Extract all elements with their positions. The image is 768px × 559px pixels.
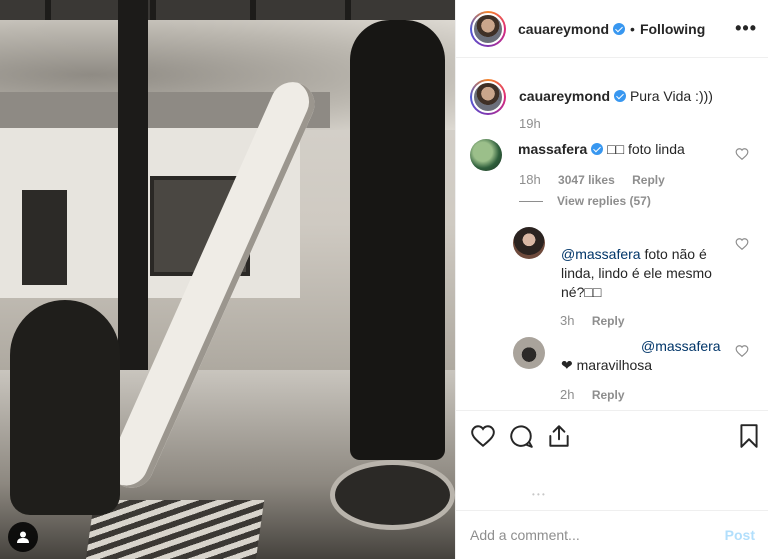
photo-roof-beam	[345, 0, 351, 22]
author-username[interactable]: cauareymond	[518, 21, 609, 37]
view-replies-line	[519, 201, 543, 203]
caption-time: 19h	[519, 116, 541, 131]
post-comment-button[interactable]: Post	[725, 527, 755, 543]
user-icon	[17, 531, 29, 543]
following-button[interactable]: Following	[640, 21, 705, 37]
reply-text: ❤ maravilhosa	[561, 357, 653, 373]
comment-item: massafera □□ foto linda	[470, 139, 685, 171]
tagged-users-button[interactable]	[8, 522, 38, 552]
commenter-username[interactable]: massafera	[518, 141, 587, 157]
view-replies[interactable]: View replies (57)	[519, 194, 651, 208]
reply-mention[interactable]: @massafera	[561, 246, 641, 262]
caption-avatar[interactable]	[470, 79, 506, 115]
reply-button[interactable]: Reply	[632, 173, 665, 187]
comment-composer: Post	[456, 510, 768, 559]
photo-pillar	[118, 0, 148, 370]
verified-badge-icon	[614, 90, 627, 102]
author-avatar[interactable]	[470, 10, 506, 47]
caption-text: Pura Vida :)))	[629, 88, 713, 104]
comment-meta: 18h 3047 likes Reply	[519, 172, 679, 187]
view-replies-label[interactable]: View replies (57)	[557, 194, 651, 208]
comment-text: □□ foto linda	[607, 141, 685, 157]
save-bookmark-icon[interactable]	[736, 423, 762, 449]
reply-meta: 3h Reply	[560, 313, 639, 328]
reply-meta: 2h Reply	[560, 387, 639, 402]
comments-list[interactable]: cauareymond Pura Vida :))) 19h massafera…	[456, 59, 768, 409]
comment-bubble-icon[interactable]	[508, 423, 534, 449]
comment-likes[interactable]: 3047 likes	[558, 173, 615, 187]
photo-roof	[0, 0, 455, 20]
photo-roof-beam	[45, 0, 51, 22]
reply-avatar[interactable]	[513, 337, 545, 369]
reply-button[interactable]: Reply	[592, 388, 625, 402]
reply-item: @massafera foto não é linda, lindo é ele…	[513, 227, 721, 302]
add-comment-input[interactable]	[470, 527, 725, 543]
reply-avatar[interactable]	[513, 227, 545, 259]
verified-badge-icon	[613, 22, 626, 35]
post-photo[interactable]	[0, 0, 455, 559]
reply-item: @massafera ❤ maravilhosa	[513, 337, 721, 375]
loading-dots: • • •	[532, 490, 545, 499]
photo-man-silhouette	[350, 20, 445, 460]
photo-roof-beam	[150, 0, 156, 22]
photo-door	[22, 190, 67, 285]
caption: cauareymond Pura Vida :)))	[470, 79, 713, 115]
more-options-icon[interactable]: •••	[735, 18, 757, 39]
photo-bowl	[330, 460, 455, 530]
post-header: cauareymond • Following •••	[456, 0, 768, 58]
like-reply-heart-icon[interactable]	[735, 344, 749, 358]
photo-roof-beam	[250, 0, 256, 22]
commenter-avatar[interactable]	[470, 139, 502, 171]
like-heart-icon[interactable]	[470, 423, 496, 449]
post-sidebar: cauareymond • Following ••• cauareymond …	[455, 0, 768, 559]
like-comment-heart-icon[interactable]	[735, 147, 749, 161]
reply-time: 3h	[560, 313, 575, 328]
share-icon[interactable]	[546, 423, 572, 449]
reply-mention[interactable]: @massafera	[641, 338, 721, 354]
like-reply-heart-icon[interactable]	[735, 237, 749, 251]
action-bar	[456, 410, 768, 460]
likes-area: • • •	[456, 460, 768, 510]
photo-girl-silhouette	[10, 300, 120, 515]
header-separator: •	[630, 20, 635, 37]
reply-button[interactable]: Reply	[592, 314, 625, 328]
comment-time: 18h	[519, 172, 541, 187]
verified-badge-icon	[591, 143, 604, 155]
reply-time: 2h	[560, 387, 575, 402]
caption-username[interactable]: cauareymond	[519, 88, 610, 104]
